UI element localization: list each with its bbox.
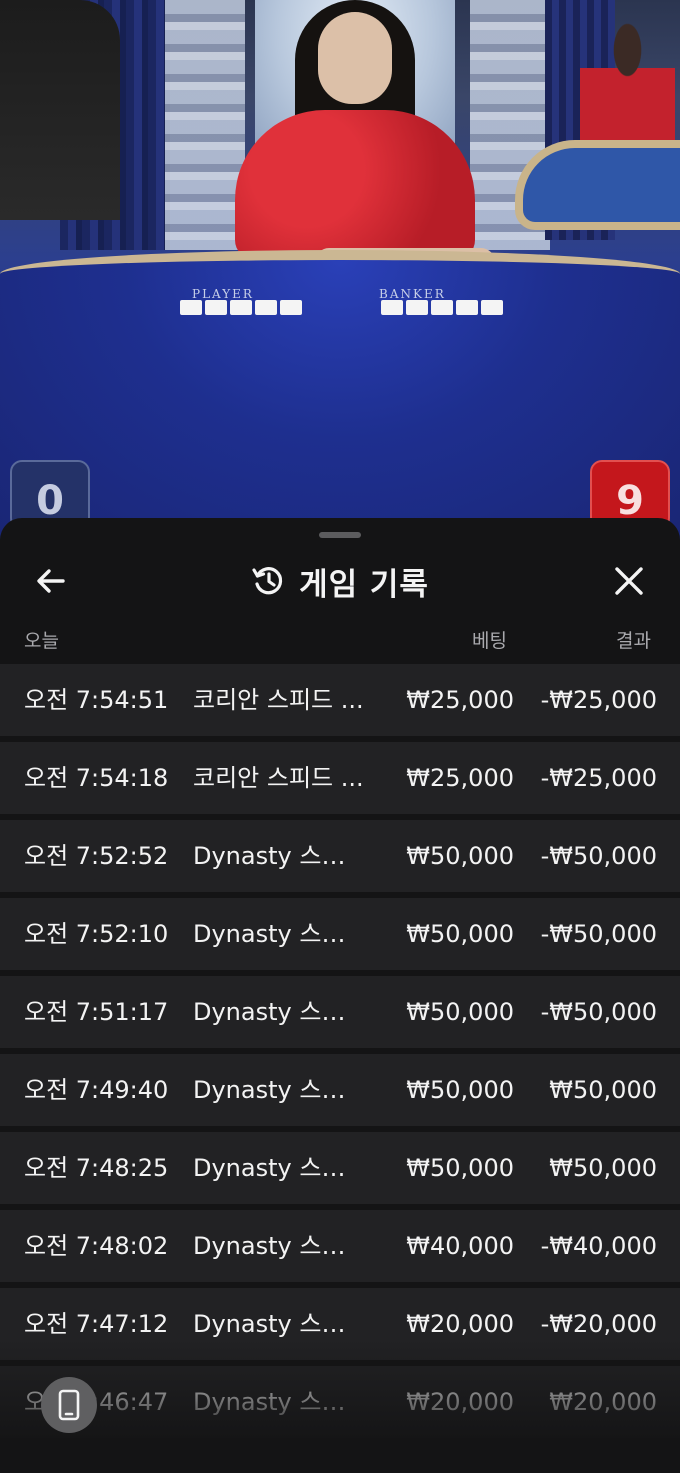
column-header-date: 오늘 bbox=[24, 630, 59, 652]
history-row[interactable]: 오전 7:54:51 코리안 스피드 ... ₩25,000 -₩25,000 bbox=[0, 664, 680, 736]
column-header-bet: 베팅 bbox=[472, 630, 507, 652]
history-row[interactable]: 오전 7:51:17 Dynasty 스피... ₩50,000 -₩50,000 bbox=[0, 976, 680, 1048]
history-row[interactable]: 오전 7:54:18 코리안 스피드 ... ₩25,000 -₩25,000 bbox=[0, 742, 680, 814]
row-game: Dynasty 스피... bbox=[193, 1232, 365, 1260]
column-header-result: 결과 bbox=[616, 630, 651, 652]
row-bet: ₩50,000 bbox=[406, 842, 514, 870]
banker-table-label: BANKER bbox=[379, 287, 446, 301]
history-row[interactable]: 오전 7:52:52 Dynasty 스피... ₩50,000 -₩50,000 bbox=[0, 820, 680, 892]
history-list: 오전 7:54:51 코리안 스피드 ... ₩25,000 -₩25,000 오전 7… bbox=[0, 664, 680, 1444]
phone-icon bbox=[58, 1389, 80, 1421]
dealer bbox=[235, 0, 495, 276]
row-time: 오전 7:49:40 bbox=[24, 1076, 169, 1104]
row-time: 오전 7:52:52 bbox=[24, 842, 169, 870]
history-row[interactable]: 오전 7:49:40 Dynasty 스피... ₩50,000 ₩50,000 bbox=[0, 1054, 680, 1126]
row-result: ₩50,000 bbox=[549, 1154, 657, 1182]
row-result: -₩50,000 bbox=[540, 920, 657, 948]
close-button[interactable] bbox=[604, 556, 654, 606]
row-bet: ₩50,000 bbox=[406, 998, 514, 1026]
row-game: 코리안 스피드 ... bbox=[193, 764, 364, 792]
row-bet: ₩25,000 bbox=[406, 764, 514, 792]
row-time: 오전 7:48:02 bbox=[24, 1232, 169, 1260]
row-bet: ₩25,000 bbox=[406, 686, 514, 714]
history-row[interactable]: 오전 7:46:47Dynasty 스피...₩20,000₩20,000 bbox=[0, 1366, 680, 1438]
side-dealer bbox=[0, 0, 120, 220]
row-time: 오전 7:52:10 bbox=[24, 920, 169, 948]
row-time: 오전 7:51:17 bbox=[24, 998, 169, 1026]
row-time: 오전 7:54:18 bbox=[24, 764, 169, 792]
row-bet: ₩40,000 bbox=[406, 1232, 514, 1260]
row-time: 오전 7:48:25 bbox=[24, 1154, 169, 1182]
row-result: -₩50,000 bbox=[540, 842, 657, 870]
row-bet: ₩50,000 bbox=[406, 1154, 514, 1182]
row-time: 오전 7:54:51 bbox=[24, 686, 169, 714]
background-dealer bbox=[580, 20, 675, 140]
row-result: ₩50,000 bbox=[549, 1076, 657, 1104]
row-result: ₩20,000 bbox=[549, 1388, 657, 1416]
row-game: Dynasty 스피... bbox=[193, 1076, 365, 1104]
history-row[interactable]: 오전 7:47:12 Dynasty 스피... ₩20,000 -₩20,000 bbox=[0, 1288, 680, 1360]
sheet-title-group: 게임 기록 bbox=[0, 556, 680, 606]
banker-cards bbox=[381, 300, 503, 315]
row-result: -₩20,000 bbox=[540, 1310, 657, 1338]
history-row[interactable]: 오전 7:52:10 Dynasty 스피... ₩50,000 -₩50,000 bbox=[0, 898, 680, 970]
row-result: -₩25,000 bbox=[540, 764, 657, 792]
history-row[interactable]: 오전 7:48:02 Dynasty 스피... ₩40,000 -₩40,000 bbox=[0, 1210, 680, 1282]
row-result: -₩25,000 bbox=[540, 686, 657, 714]
row-bet: ₩20,000 bbox=[406, 1310, 514, 1338]
decor-panel bbox=[165, 0, 245, 250]
row-game: Dynasty 스피... bbox=[193, 1388, 365, 1416]
device-toggle-button[interactable] bbox=[41, 1377, 97, 1433]
game-history-sheet: 게임 기록 오늘 베팅 결과 오전 7:54:51 코리안 스피드 ... ₩25,… bbox=[0, 518, 680, 1473]
row-result: -₩50,000 bbox=[540, 998, 657, 1026]
close-icon bbox=[615, 567, 643, 595]
table-felt bbox=[0, 250, 680, 540]
history-row[interactable]: 오전 7:48:25 Dynasty 스피... ₩50,000 ₩50,000 bbox=[0, 1132, 680, 1204]
row-result: -₩40,000 bbox=[540, 1232, 657, 1260]
row-game: Dynasty 스피... bbox=[193, 998, 365, 1026]
sheet-title: 게임 기록 bbox=[299, 566, 429, 603]
history-icon bbox=[252, 567, 283, 595]
row-bet: ₩20,000 bbox=[406, 1388, 514, 1416]
player-table-label: PLAYER bbox=[192, 287, 254, 301]
sheet-drag-handle[interactable] bbox=[319, 532, 361, 538]
row-game: Dynasty 스피... bbox=[193, 920, 365, 948]
row-game: Dynasty 스피... bbox=[193, 842, 365, 870]
row-bet: ₩50,000 bbox=[406, 1076, 514, 1104]
row-bet: ₩50,000 bbox=[406, 920, 514, 948]
sheet-header: 게임 기록 bbox=[0, 546, 680, 606]
player-cards bbox=[180, 300, 302, 315]
row-game: 코리안 스피드 ... bbox=[193, 686, 364, 714]
row-game: Dynasty 스피... bbox=[193, 1310, 365, 1338]
live-video-feed: PLAYER BANKER 0 9 bbox=[0, 0, 680, 540]
row-time: 오전 7:47:12 bbox=[24, 1310, 169, 1338]
row-game: Dynasty 스피... bbox=[193, 1154, 365, 1182]
background-table bbox=[515, 140, 680, 230]
